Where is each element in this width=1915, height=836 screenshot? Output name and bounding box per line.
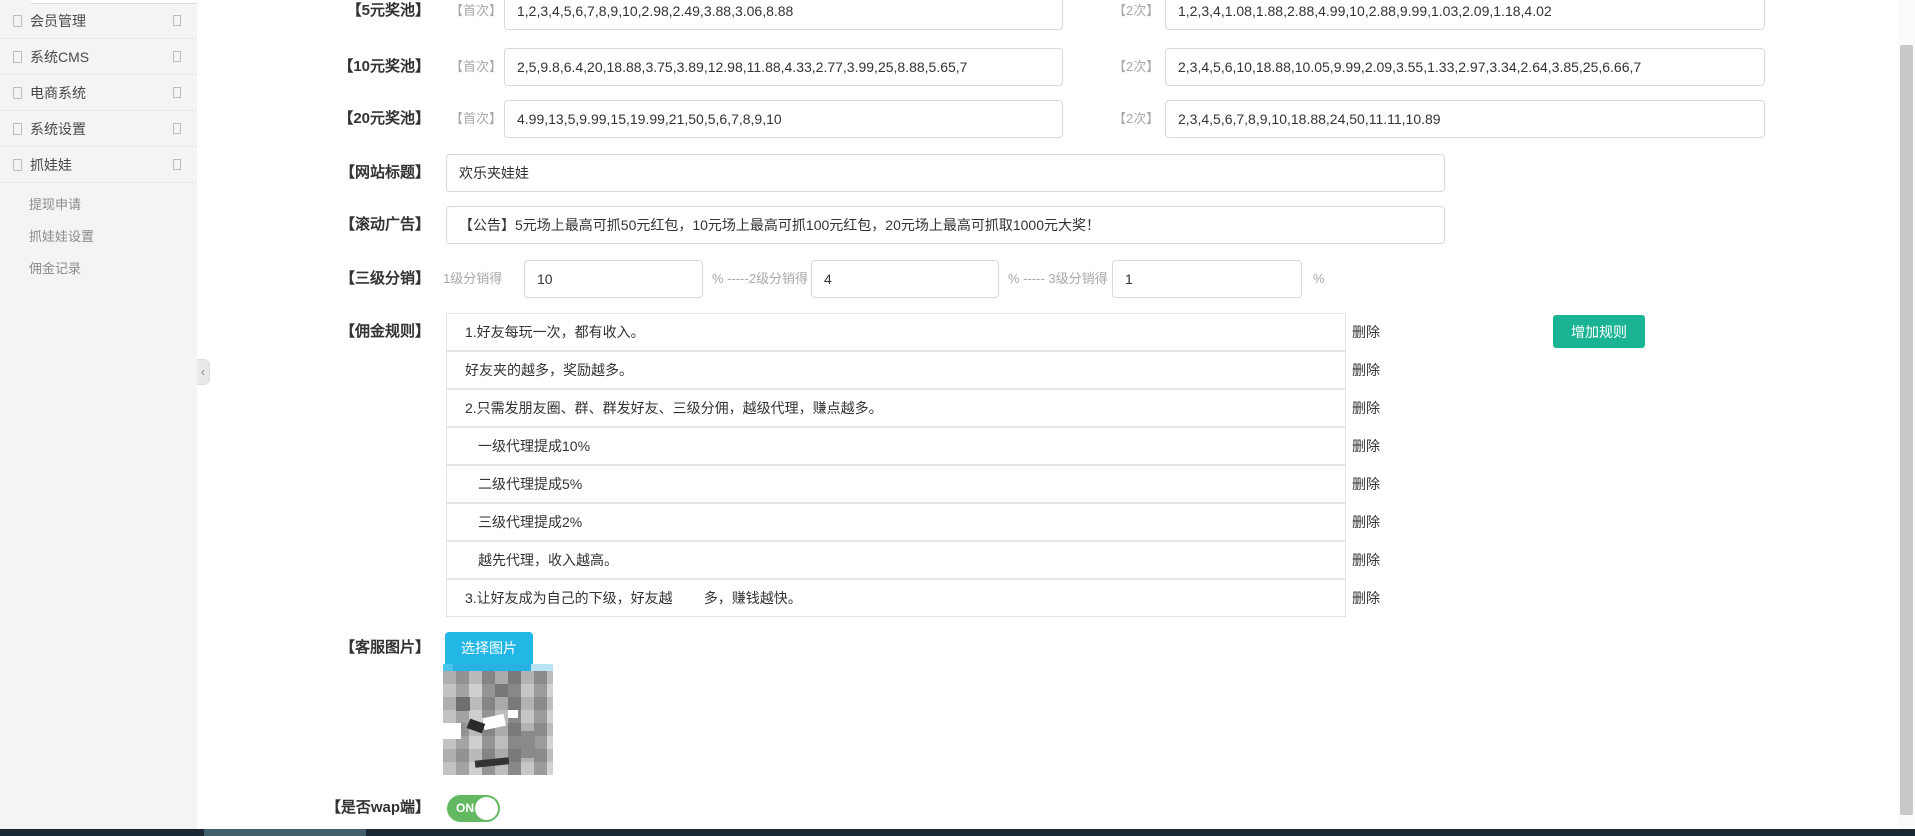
pool-5-label: 【5元奖池】 [300, 0, 430, 30]
delete-rule-link[interactable]: 删除 [1352, 427, 1396, 465]
sidebar-item-label: 系统CMS [30, 47, 89, 67]
chevron-icon [173, 87, 181, 98]
delete-rule-link[interactable]: 删除 [1352, 579, 1396, 617]
commission-rule-row[interactable]: 二级代理提成5% [446, 465, 1346, 503]
distribution-percent-label: % [1313, 260, 1325, 298]
pool-5-second-label: 【2次】 [1113, 0, 1159, 30]
pool-20-first-label: 【首次】 [450, 100, 502, 138]
sidebar-item-claw-machine[interactable]: 抓娃娃 [0, 147, 197, 183]
mosaic-block [475, 757, 510, 768]
pool-10-first-label: 【首次】 [450, 48, 502, 86]
menu-icon [13, 159, 22, 171]
mosaic-block [443, 723, 461, 739]
pool-20-first-input[interactable] [504, 100, 1063, 138]
pool-10-label: 【10元奖池】 [300, 48, 430, 86]
pool-10-first-input[interactable] [504, 48, 1063, 86]
chevron-icon [173, 159, 181, 170]
mosaic-block [456, 697, 470, 711]
pool-20-second-label: 【2次】 [1113, 100, 1159, 138]
horizontal-scrollbar-thumb[interactable] [204, 829, 366, 836]
toggle-knob [475, 797, 498, 820]
menu-icon [13, 123, 22, 135]
sidebar-subitem-withdraw-request[interactable]: 提现申请 [0, 189, 197, 221]
pick-image-button[interactable]: 选择图片 [445, 632, 533, 664]
pool-10-second-label: 【2次】 [1113, 48, 1159, 86]
admin-settings-page: 会员管理 系统CMS 电商系统 系统设置 抓娃娃 [0, 0, 1915, 836]
chevron-icon [173, 15, 181, 26]
sidebar-submenu: 提现申请 抓娃娃设置 佣金记录 [0, 183, 197, 285]
delete-rule-link[interactable]: 删除 [1352, 389, 1396, 427]
censored-service-image [443, 671, 553, 775]
horizontal-scrollbar[interactable] [0, 829, 1915, 836]
sidebar-subitem-claw-settings[interactable]: 抓娃娃设置 [0, 221, 197, 253]
marquee-label: 【滚动广告】 [300, 206, 430, 244]
distribution-l2-input[interactable] [811, 260, 999, 298]
sidebar-item-label: 电商系统 [30, 83, 86, 103]
mosaic-block [495, 684, 508, 697]
commission-rule-row[interactable]: 越先代理，收入越高。 [446, 541, 1346, 579]
distribution-l1-input[interactable] [524, 260, 703, 298]
add-rule-button[interactable]: 增加规则 [1553, 315, 1645, 348]
site-title-input[interactable] [446, 154, 1445, 192]
mosaic-block [482, 714, 506, 730]
commission-rule-row[interactable]: 三级代理提成2% [446, 503, 1346, 541]
distribution-l1-label: 1级分销得 [443, 260, 502, 298]
commission-rule-row[interactable]: 好友夹的越多，奖励越多。 [446, 351, 1346, 389]
sidebar-collapse-handle[interactable]: ‹ [197, 359, 210, 385]
sidebar-item-cms[interactable]: 系统CMS [0, 39, 197, 75]
pool-5-first-input[interactable] [504, 0, 1063, 30]
vertical-scrollbar[interactable] [1898, 0, 1915, 829]
sidebar-item-label: 抓娃娃 [30, 155, 72, 175]
site-title-label: 【网站标题】 [300, 154, 430, 192]
mosaic-block [521, 731, 535, 758]
delete-rule-link[interactable]: 删除 [1352, 541, 1396, 579]
vertical-scrollbar-thumb[interactable] [1900, 45, 1913, 815]
image-top-strip [443, 664, 553, 671]
pool-5-second-input[interactable] [1165, 0, 1765, 30]
chevron-icon [173, 51, 181, 62]
sidebar-subitem-commission-records[interactable]: 佣金记录 [0, 253, 197, 285]
sidebar-item-label: 会员管理 [30, 11, 86, 31]
sidebar-item-label: 系统设置 [30, 119, 86, 139]
pool-20-label: 【20元奖池】 [300, 100, 430, 138]
commission-rule-row[interactable]: 一级代理提成10% [446, 427, 1346, 465]
distribution-label: 【三级分销】 [300, 260, 430, 298]
delete-rule-link[interactable]: 删除 [1352, 465, 1396, 503]
commission-rule-row[interactable]: 2.只需发朋友圈、群、群发好友、三级分佣，越级代理，赚点越多。 [446, 389, 1346, 427]
toggle-on-label: ON [456, 795, 474, 822]
delete-rule-link[interactable]: 删除 [1352, 503, 1396, 541]
marquee-input[interactable] [446, 206, 1445, 244]
pool-20-second-input[interactable] [1165, 100, 1765, 138]
chevron-icon [173, 123, 181, 134]
sidebar-menu: 会员管理 系统CMS 电商系统 系统设置 抓娃娃 [0, 3, 197, 285]
distribution-sep2-label: % ----- 3级分销得 [1008, 260, 1108, 298]
menu-icon [13, 15, 22, 27]
distribution-sep1-label: % -----2级分销得 [712, 260, 808, 298]
delete-rule-link[interactable]: 删除 [1352, 313, 1396, 351]
wap-label: 【是否wap端】 [300, 789, 430, 827]
distribution-l3-input[interactable] [1112, 260, 1302, 298]
commission-label: 【佣金规则】 [300, 313, 430, 351]
pool-10-second-input[interactable] [1165, 48, 1765, 86]
commission-rule-row[interactable]: 3.让好友成为自己的下级，好友越 多，赚钱越快。 [446, 579, 1346, 617]
service-image-label: 【客服图片】 [300, 629, 430, 667]
wap-toggle[interactable]: ON [447, 795, 500, 822]
pool-5-first-label: 【首次】 [450, 0, 502, 30]
menu-icon [13, 87, 22, 99]
sidebar: 会员管理 系统CMS 电商系统 系统设置 抓娃娃 [0, 0, 197, 829]
delete-rule-link[interactable]: 删除 [1352, 351, 1396, 389]
menu-icon [13, 51, 22, 63]
commission-rule-row[interactable]: 1.好友每玩一次，都有收入。 [446, 313, 1346, 351]
mosaic-block [508, 710, 518, 718]
sidebar-item-system-settings[interactable]: 系统设置 [0, 111, 197, 147]
sidebar-item-ecommerce[interactable]: 电商系统 [0, 75, 197, 111]
sidebar-item-member-management[interactable]: 会员管理 [0, 3, 197, 39]
